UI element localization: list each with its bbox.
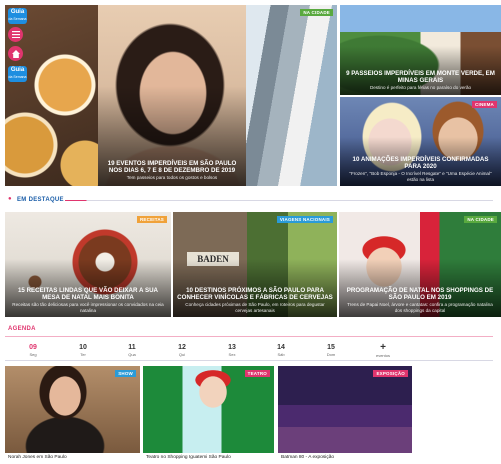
agenda-day-12[interactable]: 12 Qui <box>162 344 202 357</box>
agenda-event-batman-caption[interactable]: Batman 80 - A exposição <box>281 455 334 460</box>
agenda-day-10[interactable]: 10 Ter <box>63 344 103 357</box>
hero-main-card[interactable]: 19 eventos imperdíveis em São Paulo nos … <box>98 5 246 186</box>
agenda-event-show-tag: Show <box>115 370 136 377</box>
hero-fashion-card[interactable]: Na cidade <box>246 5 337 186</box>
agenda-more-events-button[interactable]: + eventos <box>363 342 403 359</box>
agenda-divider <box>5 336 493 337</box>
destaque-recipes-subtitle: Receitas são tão deliciosas para você im… <box>12 302 164 313</box>
agenda-heading: AGENDA <box>8 326 36 332</box>
hero-main-title: 19 eventos imperdíveis em São Paulo nos … <box>107 159 237 174</box>
plus-icon: + <box>380 342 386 353</box>
agenda-day-09[interactable]: 09 Seg <box>13 344 53 357</box>
site-logo[interactable]: Guia da Semana <box>8 8 27 24</box>
hero-animations-title: 10 animações imperdíveis confirmadas par… <box>352 156 489 170</box>
destaque-card-wineries[interactable]: BADEN Viagens nacionais 10 destinos próx… <box>173 212 337 317</box>
menu-icon[interactable] <box>8 27 23 42</box>
destaque-wineries-tag: Viagens nacionais <box>276 216 333 223</box>
agenda-days-underline <box>5 360 493 361</box>
destaque-wineries-title: 10 destinos próximos a São Paulo para co… <box>177 287 333 301</box>
agenda-day-11[interactable]: 11 Qua <box>112 344 152 357</box>
agenda-event-norah-jones[interactable]: Show <box>5 366 140 453</box>
hero-animations-subtitle: "Frozen", "Bob Esponja - O Incrível Resg… <box>349 171 492 182</box>
hero-main-subtitle: Tem passeios para todos os gostos e bols… <box>126 174 218 180</box>
destaque-christmas-subtitle: Trens de Papai Noel, árvore e cantatas: … <box>347 302 493 313</box>
destaque-card-recipes[interactable]: Receitas 15 receitas lindas que vão deix… <box>5 212 171 317</box>
agenda-day-15[interactable]: 15 Dom <box>311 344 351 357</box>
destaque-recipes-title: 15 receitas lindas que vão deixar a sua … <box>17 287 159 301</box>
site-logo-secondary[interactable]: Guia da Semana <box>8 66 27 82</box>
destaque-divider <box>65 200 493 201</box>
destaque-recipes-tag: Receitas <box>136 216 167 223</box>
hero-animations-card[interactable]: Cinema 10 animações imperdíveis confirma… <box>340 97 501 186</box>
destaque-christmas-tag: Na cidade <box>464 216 497 223</box>
hero-animations-tag: Cinema <box>472 101 497 108</box>
agenda-event-teatro-caption[interactable]: Teatro no Shopping Iguatemi São Paulo <box>146 455 231 460</box>
agenda-event-batman-tag: Exposição <box>373 370 408 377</box>
home-icon[interactable] <box>8 46 23 61</box>
hero-fashion-tag: Na cidade <box>300 9 333 16</box>
baden-sign: BADEN <box>187 252 239 266</box>
agenda-event-batman[interactable]: Exposição <box>278 366 412 453</box>
destaque-wineries-subtitle: Conheça cidades próximas de São Paulo, e… <box>185 302 325 313</box>
agenda-day-13[interactable]: 13 Sex <box>212 344 252 357</box>
agenda-event-teatro[interactable]: Teatro <box>143 366 274 453</box>
destaque-icon: ● <box>8 196 12 202</box>
agenda-day-14[interactable]: 14 Sáb <box>261 344 301 357</box>
em-destaque-heading: EM DESTAQUE <box>17 197 64 203</box>
hero-monte-verde-card[interactable]: 9 passeios imperdíveis em Monte Verde, e… <box>340 5 501 95</box>
agenda-event-norah-jones-caption[interactable]: Norah Jones em São Paulo <box>8 455 67 460</box>
agenda-event-teatro-tag: Teatro <box>244 370 270 377</box>
hero-monte-verde-subtitle: Destino é perfeito para férias no paraís… <box>369 84 472 90</box>
destaque-card-christmas[interactable]: Na cidade Programação de Natal nos shopp… <box>339 212 501 317</box>
hero-monte-verde-title: 9 passeios imperdíveis em Monte Verde, e… <box>346 69 495 84</box>
destaque-christmas-title: Programação de Natal nos shoppings de Sã… <box>346 287 494 301</box>
